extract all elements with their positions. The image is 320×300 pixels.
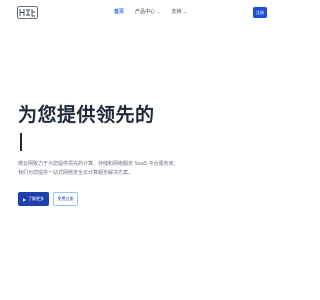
nav-label: 支持 <box>171 9 182 15</box>
hero-title: 为您提供领先的 <box>18 104 155 126</box>
nav-item-support[interactable]: 支持 ⌄ <box>171 8 186 16</box>
learn-more-button[interactable]: ▶ 了解更多 <box>18 192 49 206</box>
site-header: 首页 产品中心 ⌄ 支持 ⌄ 注册 <box>0 0 300 26</box>
free-register-label: 免费注册 <box>57 196 74 201</box>
chevron-down-icon: ⌄ <box>183 9 187 14</box>
logo-icon[interactable] <box>17 6 38 19</box>
page: 首页 产品中心 ⌄ 支持 ⌄ 注册 为您提供领先的 微云网致力于为您提供领先的计… <box>0 0 300 300</box>
register-button[interactable]: 注册 <box>253 7 267 18</box>
nav-label: 首页 <box>114 9 125 15</box>
play-icon: ▶ <box>22 196 27 202</box>
free-register-button[interactable]: 免费注册 <box>53 192 78 206</box>
chevron-down-icon: ⌄ <box>157 9 161 14</box>
hero-description: 微云网致力于为您提供领先的计算、存储和网络服务 SaaS 平台服务商, 我们为您… <box>18 160 258 178</box>
learn-more-label: 了解更多 <box>28 196 45 201</box>
nav-item-home[interactable]: 首页 <box>114 8 124 16</box>
description-line: 我们为您提供一站式网络安全云计算服务解决方案。 <box>18 170 134 176</box>
description-line: 微云网致力于为您提供领先的计算、存储和网络服务 SaaS 平台服务商, <box>18 161 176 167</box>
nav-item-products[interactable]: 产品中心 ⌄ <box>135 8 160 16</box>
typing-cursor <box>20 133 22 151</box>
nav-label: 产品中心 <box>135 9 156 15</box>
main-nav: 首页 产品中心 ⌄ 支持 ⌄ <box>114 8 187 16</box>
